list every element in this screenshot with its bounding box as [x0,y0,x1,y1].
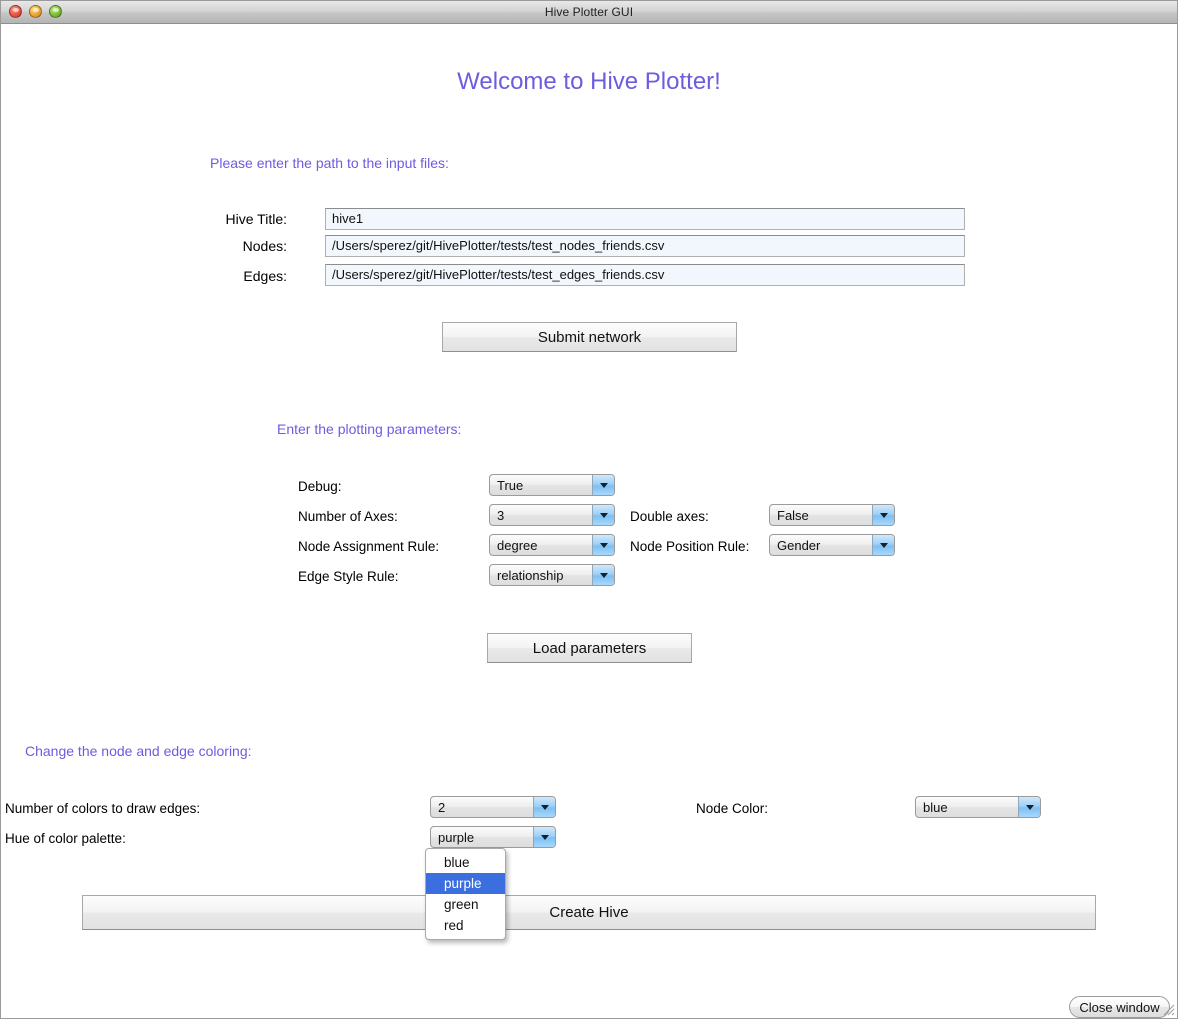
chevron-down-icon[interactable] [872,505,894,525]
close-window-icon[interactable] [9,5,22,18]
load-parameters-button[interactable]: Load parameters [487,633,692,663]
number-of-edge-colors-dropdown[interactable]: 2 [430,796,556,818]
edges-path-input[interactable]: /Users/sperez/git/HivePlotter/tests/test… [325,264,965,286]
number-of-axes-value: 3 [497,507,505,523]
color-section-heading: Change the node and edge coloring: [25,743,252,759]
submit-network-button[interactable]: Submit network [442,322,737,352]
edge-style-rule-label: Edge Style Rule: [298,569,399,584]
zoom-window-icon[interactable] [49,5,62,18]
window-content: Welcome to Hive Plotter! Please enter th… [1,24,1177,1018]
node-assignment-rule-dropdown[interactable]: degree [489,534,615,556]
application-window: Hive Plotter GUI Welcome to Hive Plotter… [0,0,1178,1019]
number-of-axes-label: Number of Axes: [298,509,398,524]
input-section-heading: Please enter the path to the input files… [210,155,449,171]
hue-of-palette-value: purple [438,829,475,845]
chevron-down-icon[interactable] [592,475,614,495]
params-section-heading: Enter the plotting parameters: [277,421,462,437]
resize-grip-icon[interactable] [1161,1002,1176,1017]
number-of-axes-dropdown[interactable]: 3 [489,504,615,526]
node-assignment-rule-value: degree [497,537,538,553]
menu-item-red[interactable]: red [426,915,505,936]
create-hive-button[interactable]: Create Hive [82,895,1096,930]
double-axes-label: Double axes: [630,509,709,524]
debug-dropdown[interactable]: True [489,474,615,496]
node-color-label: Node Color: [696,801,769,816]
chevron-down-icon[interactable] [533,797,555,817]
chevron-down-icon[interactable] [592,535,614,555]
window-titlebar: Hive Plotter GUI [1,1,1177,24]
number-of-edge-colors-label: Number of colors to draw edges: [5,801,201,816]
edges-label: Edges: [243,268,287,284]
hue-options-menu[interactable]: blue purple green red [425,848,506,940]
debug-value: True [497,477,524,493]
edge-style-rule-value: relationship [497,567,564,583]
chevron-down-icon[interactable] [592,565,614,585]
hue-of-palette-label: Hue of color palette: [5,831,126,846]
close-window-button[interactable]: Close window [1069,996,1170,1018]
node-color-dropdown[interactable]: blue [915,796,1041,818]
menu-item-blue[interactable]: blue [426,852,505,873]
edge-style-rule-dropdown[interactable]: relationship [489,564,615,586]
node-color-value: blue [923,799,948,815]
chevron-down-icon[interactable] [533,827,555,847]
chevron-down-icon[interactable] [592,505,614,525]
number-of-edge-colors-value: 2 [438,799,446,815]
node-position-rule-value: Gender [777,537,821,553]
chevron-down-icon[interactable] [1018,797,1040,817]
traffic-light-group [9,5,62,18]
minimize-window-icon[interactable] [29,5,42,18]
hive-title-label: Hive Title: [225,211,287,227]
node-position-rule-dropdown[interactable]: Gender [769,534,895,556]
menu-item-green[interactable]: green [426,894,505,915]
hive-title-input[interactable]: hive1 [325,208,965,230]
chevron-down-icon[interactable] [872,535,894,555]
nodes-label: Nodes: [242,238,287,254]
menu-item-purple[interactable]: purple [426,873,505,894]
double-axes-dropdown[interactable]: False [769,504,895,526]
double-axes-value: False [777,507,809,523]
node-assignment-rule-label: Node Assignment Rule: [298,539,440,554]
nodes-path-input[interactable]: /Users/sperez/git/HivePlotter/tests/test… [325,235,965,257]
node-position-rule-label: Node Position Rule: [630,539,750,554]
debug-label: Debug: [298,479,342,494]
page-title: Welcome to Hive Plotter! [457,68,721,95]
hue-of-palette-dropdown[interactable]: purple [430,826,556,848]
window-title: Hive Plotter GUI [544,5,634,19]
